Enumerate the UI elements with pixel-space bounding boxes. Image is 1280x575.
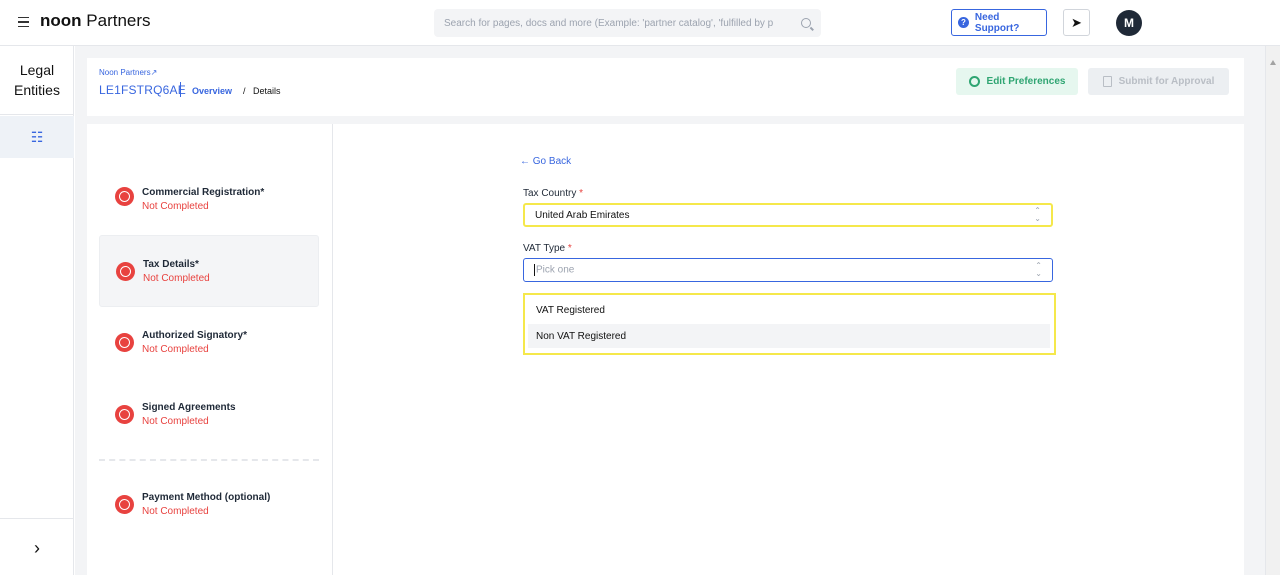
content-card: Commercial Registration* Not Completed T… [87, 124, 1244, 575]
rocket-icon[interactable]: ➤ [1063, 9, 1090, 36]
breadcrumb-separator: / [243, 86, 246, 96]
submit-for-approval-button[interactable]: Submit for Approval [1088, 68, 1229, 95]
divider [0, 518, 74, 519]
divider [0, 114, 74, 115]
search-icon[interactable] [801, 18, 811, 28]
need-support-label: Need Support? [974, 11, 1020, 34]
option-non-vat-registered[interactable]: Non VAT Registered [528, 324, 1050, 348]
go-back-link[interactable]: ← Go Back [520, 156, 571, 167]
vat-type-dropdown: VAT Registered Non VAT Registered [523, 293, 1056, 355]
avatar[interactable]: M [1116, 10, 1142, 36]
search-placeholder: Search for pages, docs and more (Example… [444, 17, 774, 29]
step-signed-agreements[interactable]: Signed Agreements Not Completed [99, 392, 319, 464]
tax-details-form: ← Go Back Tax Country * United Arab Emir… [333, 124, 1244, 575]
step-tax-details[interactable]: Tax Details* Not Completed [99, 235, 319, 307]
scrollbar[interactable] [1265, 46, 1280, 575]
top-bar: noon Partners Search for pages, docs and… [0, 0, 1280, 46]
main-area: Noon Partners↗ LE1FSTRQ6AE Overview / De… [75, 46, 1265, 575]
noon-partners-logo[interactable]: noon Partners [40, 11, 151, 31]
select-arrows-icon: ⌃ ⌄ [1034, 206, 1041, 223]
breadcrumb-current: Details [253, 86, 281, 96]
rail-title: Legal Entities [14, 62, 60, 98]
breadcrumb-overview-link[interactable]: Overview [192, 86, 232, 96]
dashed-divider [99, 459, 319, 461]
chevron-right-icon[interactable]: › [28, 538, 46, 558]
step-authorized-signatory[interactable]: Authorized Signatory* Not Completed [99, 320, 319, 392]
gear-icon [968, 76, 980, 87]
question-icon: ? [958, 17, 969, 28]
noon-partners-link[interactable]: Noon Partners↗ [99, 68, 157, 77]
error-icon [115, 333, 134, 352]
need-support-button[interactable]: ? Need Support? [951, 9, 1047, 36]
tax-country-label: Tax Country * [523, 188, 584, 199]
vat-type-select[interactable]: Pick one ⌃ ⌄ [523, 258, 1053, 282]
error-icon [115, 495, 134, 514]
legal-entity-id: LE1FSTRQ6AE [99, 83, 186, 97]
steps-panel: Commercial Registration* Not Completed T… [87, 124, 333, 575]
scroll-up-icon[interactable] [1270, 60, 1276, 65]
option-vat-registered[interactable]: VAT Registered [528, 298, 1050, 322]
external-link-icon: ↗ [150, 68, 158, 77]
tax-country-select[interactable]: United Arab Emirates ⌃ ⌄ [523, 203, 1053, 227]
select-arrows-icon: ⌃ ⌄ [1035, 261, 1042, 278]
page-header: Noon Partners↗ LE1FSTRQ6AE Overview / De… [87, 58, 1244, 116]
search-input[interactable]: Search for pages, docs and more (Example… [434, 9, 821, 37]
vat-type-label: VAT Type * [523, 243, 572, 254]
edit-preferences-button[interactable]: Edit Preferences [956, 68, 1078, 95]
divider [180, 82, 181, 97]
hamburger-menu-icon[interactable] [18, 12, 34, 32]
list-details-icon[interactable]: ☷ [0, 116, 74, 158]
error-icon [115, 187, 134, 206]
document-icon [1102, 76, 1112, 87]
error-icon [116, 262, 135, 281]
left-rail: Legal Entities ☷ › [0, 46, 74, 575]
error-icon [115, 405, 134, 424]
step-payment-method[interactable]: Payment Method (optional) Not Completed [99, 482, 319, 554]
